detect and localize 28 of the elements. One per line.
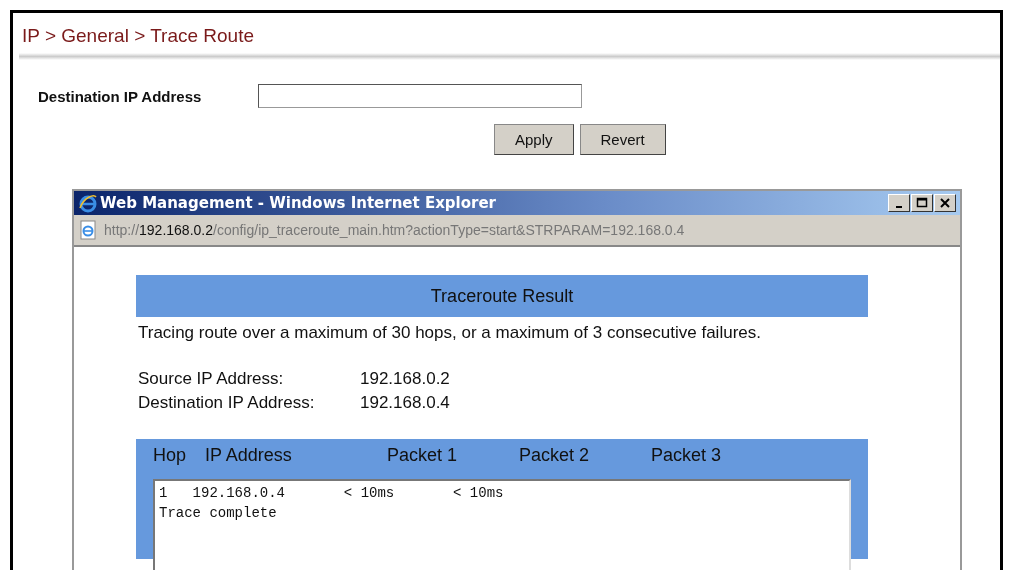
browser-logo-icon <box>78 193 98 213</box>
column-header: Hop <box>153 445 187 465</box>
window-title: Web Management - Windows Internet Explorer <box>100 194 497 212</box>
column-header: Packet 2 <box>519 445 590 465</box>
field-label: Destination IP Address <box>38 87 203 105</box>
maximize-icon <box>916 197 928 209</box>
close-button[interactable] <box>934 194 956 212</box>
output-line: 1 192.168.0.4 < 10ms < 10ms <box>159 484 504 503</box>
info-value: 192.168.0.4 <box>360 393 450 413</box>
page-icon <box>78 220 98 240</box>
url-text[interactable]: http://192.168.0.2/config/ip_traceroute_main.htm?actionType=start&STRPARAM=192.168.0.4 <box>104 222 685 238</box>
apply-button[interactable]: Apply <box>494 124 574 155</box>
ip-address-field[interactable] <box>258 84 582 108</box>
column-header: IP Address <box>205 445 292 465</box>
revert-button[interactable]: Revert <box>579 124 666 155</box>
info-label: Source IP Address: <box>138 369 285 389</box>
description-text: Tracing route over a maximum of 30 hops, or a maximum of 3 consecutive failures. <box>138 323 761 343</box>
maximize-button[interactable] <box>911 194 933 212</box>
breadcrumb-title: IP > General > Trace Route <box>21 24 254 48</box>
result-heading: Traceroute Result <box>136 275 868 317</box>
minimize-icon <box>896 206 902 208</box>
column-header: Packet 3 <box>651 445 722 465</box>
close-icon <box>939 197 951 209</box>
column-header: Packet 1 <box>387 445 458 465</box>
info-value: 192.168.0.2 <box>360 369 450 389</box>
minimize-button[interactable] <box>888 194 910 212</box>
output-line: Trace complete <box>159 504 277 523</box>
info-label: Destination IP Address: <box>138 393 316 413</box>
